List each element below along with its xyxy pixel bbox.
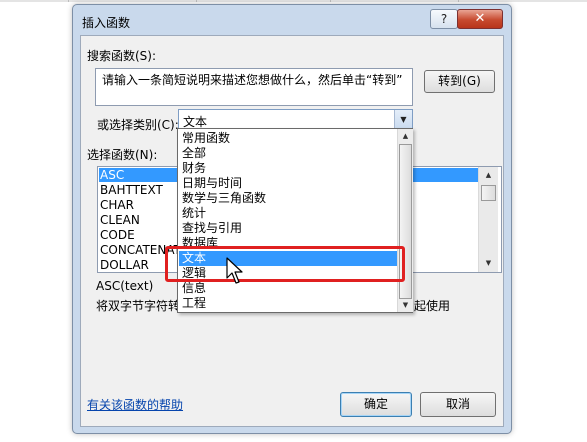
scroll-down-icon[interactable]: ▼ (398, 298, 413, 312)
category-option[interactable]: 数学与三角函数 (179, 191, 397, 206)
category-option[interactable]: 财务 (179, 161, 397, 176)
function-item[interactable]: CHAR (100, 198, 134, 213)
function-item[interactable]: ASC (100, 168, 124, 183)
strip-tick (68, 0, 69, 2)
ok-button[interactable]: 确定 (340, 392, 412, 417)
search-label: 搜索函数(S): (87, 49, 157, 63)
function-description-tail: 起使用 (414, 299, 451, 313)
function-item[interactable]: CODE (100, 228, 135, 243)
function-item[interactable]: DOLLAR (100, 258, 149, 273)
function-description: 将双字节字符转 (96, 299, 181, 313)
chevron-down-icon[interactable]: ▼ (394, 110, 412, 130)
dropdown-scrollbar[interactable]: ▲ ▼ (397, 129, 413, 312)
category-option[interactable]: 查找与引用 (179, 221, 397, 236)
category-dropdown-list[interactable]: 常用函数 全部 财务 日期与时间 数学与三角函数 统计 查找与引用 数据库 文本… (177, 128, 413, 313)
help-button[interactable]: ? (430, 9, 458, 29)
function-list-scrollbar[interactable]: ▲ ▼ (478, 167, 498, 272)
function-list-label: 选择函数(N): (87, 148, 158, 162)
category-option[interactable]: 常用函数 (179, 131, 397, 146)
search-input[interactable]: 请输入一条简短说明来描述您想做什么，然后单击“转到” (95, 68, 413, 106)
category-label: 或选择类别(C): (97, 118, 179, 132)
scroll-down-icon[interactable]: ▼ (479, 255, 498, 271)
category-option[interactable]: 信息 (179, 281, 397, 296)
scroll-thumb[interactable] (481, 185, 496, 201)
background-strip (0, 0, 587, 2)
scroll-up-icon[interactable]: ▲ (398, 129, 413, 143)
go-button[interactable]: 转到(G) (424, 70, 495, 93)
category-option[interactable]: 日期与时间 (179, 176, 397, 191)
cancel-button[interactable]: 取消 (420, 392, 496, 417)
mouse-cursor-icon (226, 257, 243, 284)
function-signature: ASC(text) (96, 279, 154, 293)
strip-tick (196, 0, 197, 2)
function-help-link[interactable]: 有关该函数的帮助 (87, 396, 183, 413)
strip-tick (458, 0, 459, 2)
annotation-highlight-box (165, 246, 405, 282)
category-option[interactable]: 全部 (179, 146, 397, 161)
scroll-up-icon[interactable]: ▲ (479, 167, 498, 183)
category-option[interactable]: 工程 (179, 296, 397, 311)
function-item[interactable]: BAHTTEXT (100, 183, 163, 198)
title-bar[interactable]: 插入函数 ? ✕ (73, 5, 511, 35)
strip-tick (330, 0, 331, 2)
dialog-title: 插入函数 (82, 16, 131, 30)
function-item[interactable]: CLEAN (100, 213, 140, 228)
close-button[interactable]: ✕ (457, 9, 503, 29)
category-option[interactable]: 统计 (179, 206, 397, 221)
